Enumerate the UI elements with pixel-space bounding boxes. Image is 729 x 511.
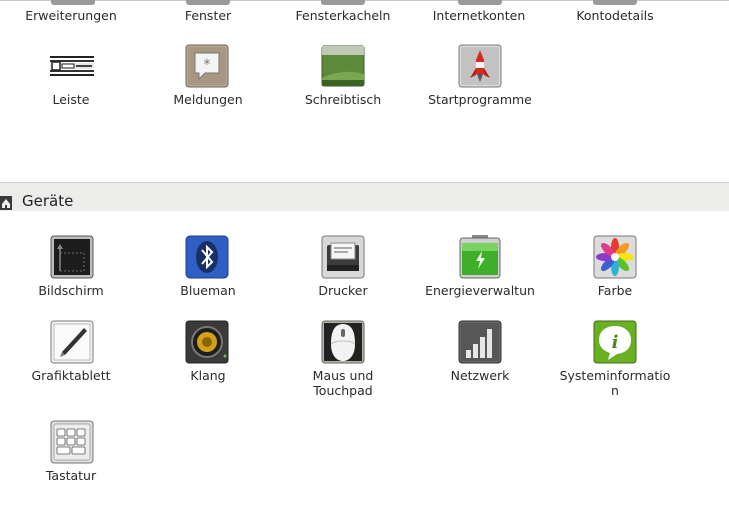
- item-startprogramme[interactable]: Startprogramme: [410, 44, 550, 108]
- item-blueman[interactable]: Blueman: [138, 235, 278, 299]
- info-icon: i: [593, 320, 637, 364]
- battery-icon: [458, 235, 502, 279]
- cut-icon-window-tiling: [321, 0, 365, 5]
- bluetooth-icon: [185, 235, 229, 279]
- item-klang[interactable]: Klang: [138, 320, 278, 400]
- devices-section-icon: [0, 195, 14, 210]
- panel-icon: [50, 44, 94, 88]
- item-label: Erweiterungen: [25, 8, 117, 23]
- item-label: Systeminformatio: [559, 368, 671, 383]
- display-icon: [50, 235, 94, 279]
- item-label: Maus und: [312, 368, 374, 383]
- desktop-icon: [321, 44, 365, 88]
- svg-text:i: i: [612, 332, 619, 353]
- item-label: Grafiktablett: [31, 368, 111, 383]
- network-icon: [458, 320, 502, 364]
- cut-icon-windows: [186, 0, 230, 5]
- item-schreibtisch[interactable]: Schreibtisch: [273, 44, 413, 108]
- item-label: Bildschirm: [38, 283, 104, 298]
- item-label-line2: n: [611, 383, 619, 398]
- item-label: Leiste: [52, 92, 90, 107]
- item-label: Energieverwaltun: [425, 283, 535, 298]
- mouse-icon: [321, 320, 365, 364]
- item-label: Fenster: [184, 8, 232, 23]
- item-label: Fensterkacheln: [295, 8, 391, 23]
- svg-text:*: *: [204, 57, 211, 73]
- startup-rocket-icon: [458, 44, 502, 88]
- item-tastatur[interactable]: Tastatur: [1, 420, 141, 484]
- notifications-icon: *: [185, 44, 229, 88]
- tablet-icon: [50, 320, 94, 364]
- item-label: Tastatur: [45, 468, 97, 483]
- item-label: Klang: [190, 368, 226, 383]
- item-label: Internetkonten: [432, 8, 526, 23]
- item-label: Kontodetails: [576, 8, 654, 23]
- item-grafiktablett[interactable]: Grafiktablett: [1, 320, 141, 400]
- speaker-icon: [185, 320, 229, 364]
- item-label: Farbe: [597, 283, 633, 298]
- section-header-devices: [0, 183, 729, 211]
- cut-icon-account-details: [593, 0, 637, 5]
- item-drucker[interactable]: Drucker: [273, 235, 413, 299]
- item-leiste[interactable]: Leiste: [1, 44, 141, 108]
- item-meldungen[interactable]: * Meldungen: [138, 44, 278, 108]
- item-label: Blueman: [180, 283, 236, 298]
- item-netzwerk[interactable]: Netzwerk: [410, 320, 550, 400]
- color-icon: [593, 235, 637, 279]
- item-maus-und-touchpad[interactable]: Maus und Touchpad: [273, 320, 413, 400]
- section-title: Geräte: [22, 192, 74, 210]
- item-label: Drucker: [318, 283, 368, 298]
- item-label-line2: Touchpad: [313, 383, 373, 398]
- item-label: Netzwerk: [450, 368, 510, 383]
- cut-icon-extensions: [51, 0, 95, 5]
- item-energieverwaltung[interactable]: Energieverwaltun: [410, 235, 550, 299]
- keyboard-icon: [50, 420, 94, 464]
- printer-icon: [321, 235, 365, 279]
- item-systeminformation[interactable]: i Systeminformatio n: [545, 320, 685, 400]
- cut-icon-online-accounts: [458, 0, 502, 5]
- item-bildschirm[interactable]: Bildschirm: [1, 235, 141, 299]
- item-label: Meldungen: [173, 92, 243, 107]
- item-farbe[interactable]: Farbe: [545, 235, 685, 299]
- item-label: Startprogramme: [428, 92, 532, 107]
- item-label: Schreibtisch: [304, 92, 382, 107]
